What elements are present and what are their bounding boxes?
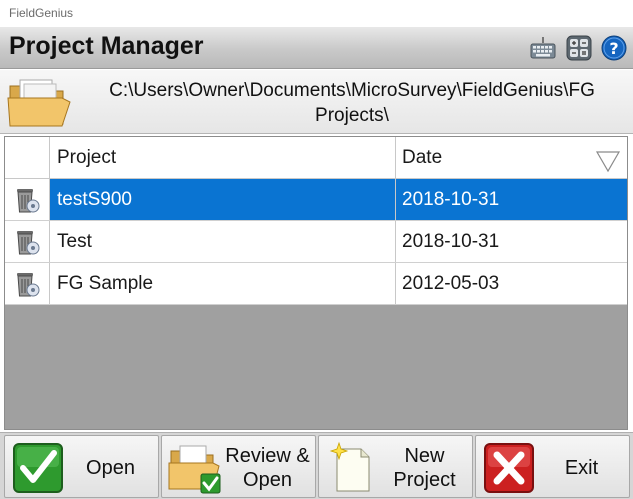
new-project-button-label: New Project xyxy=(393,444,456,491)
new-document-icon xyxy=(329,441,370,492)
calculator-icon[interactable] xyxy=(566,35,592,61)
project-date-cell[interactable]: 2018-10-31 xyxy=(396,221,627,262)
open-button[interactable]: Open xyxy=(4,435,159,498)
exit-button[interactable]: Exit xyxy=(475,435,630,498)
project-date-cell[interactable]: 2012-05-03 xyxy=(396,263,627,304)
open-button-label: Open xyxy=(86,456,135,479)
review-open-button-label: Review & Open xyxy=(225,444,310,491)
window-title: FieldGenius xyxy=(9,6,74,20)
review-open-button[interactable]: Review & Open xyxy=(161,435,316,498)
table-header-row: Project Date xyxy=(5,137,627,179)
open-folder-icon xyxy=(7,79,71,127)
new-project-button[interactable]: New Project xyxy=(318,435,473,498)
table-row[interactable]: Test 2018-10-31 xyxy=(5,221,627,263)
table-row[interactable]: FG Sample 2012-05-03 xyxy=(5,263,627,305)
folder-path-text: C:\Users\Owner\Documents\MicroSurvey\Fie… xyxy=(109,80,595,126)
trash-icon[interactable] xyxy=(14,186,40,214)
green-checkmark-icon xyxy=(13,443,63,493)
footer-toolbar: Open Review & Open New Project Exit xyxy=(0,432,633,499)
page-title: Project Manager xyxy=(9,32,204,60)
project-name-cell[interactable]: testS900 xyxy=(50,179,396,220)
sort-descending-icon xyxy=(595,151,621,173)
red-x-icon xyxy=(484,443,534,493)
delete-cell[interactable] xyxy=(5,221,50,262)
keyboard-icon[interactable] xyxy=(530,35,556,61)
project-name-cell[interactable]: Test xyxy=(50,221,396,262)
table-row[interactable]: testS900 2018-10-31 xyxy=(5,179,627,221)
review-folder-icon xyxy=(168,445,221,494)
svg-text:?: ? xyxy=(609,39,618,58)
header-cell-blank xyxy=(5,137,50,178)
window-titlebar: FieldGenius xyxy=(0,0,633,27)
header-bar: Project Manager ? xyxy=(0,27,633,69)
project-name-cell[interactable]: FG Sample xyxy=(50,263,396,304)
delete-cell[interactable] xyxy=(5,263,50,304)
exit-button-label: Exit xyxy=(564,456,599,479)
folder-path-button[interactable]: C:\Users\Owner\Documents\MicroSurvey\Fie… xyxy=(0,70,633,134)
help-icon[interactable]: ? xyxy=(601,35,627,61)
column-header-project[interactable]: Project xyxy=(50,137,396,178)
project-date-cell[interactable]: 2018-10-31 xyxy=(396,179,627,220)
project-table: Project Date testS900 2018-10-31 Test 20… xyxy=(4,136,628,430)
trash-icon[interactable] xyxy=(14,228,40,256)
column-header-date-label: Date xyxy=(402,147,443,168)
trash-icon[interactable] xyxy=(14,270,40,298)
column-header-date[interactable]: Date xyxy=(396,137,627,178)
delete-cell[interactable] xyxy=(5,179,50,220)
